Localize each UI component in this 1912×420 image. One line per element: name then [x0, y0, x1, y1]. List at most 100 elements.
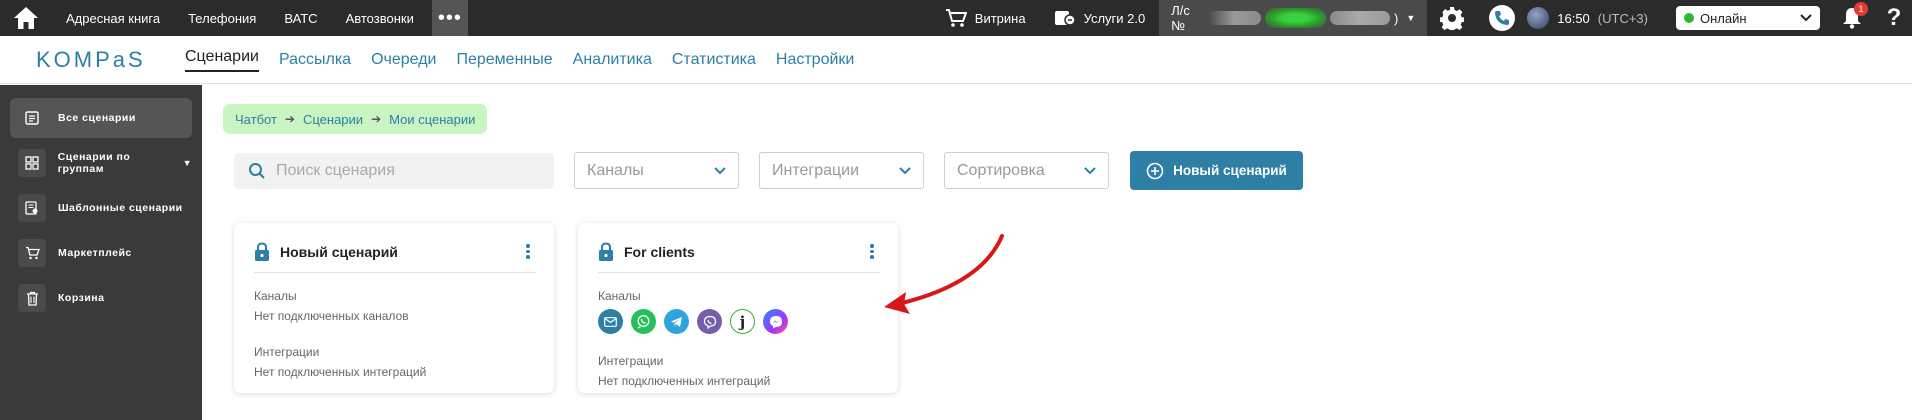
channels-label: Каналы — [254, 289, 297, 303]
chevron-down-icon: ▼ — [1406, 13, 1416, 23]
template-icon — [18, 194, 46, 222]
sort-select[interactable]: Сортировка — [944, 152, 1109, 189]
new-scenario-button[interactable]: Новый сценарий — [1130, 151, 1303, 190]
account-status-redacted — [1265, 8, 1326, 28]
timezone-label: (UTC+3) — [1597, 10, 1648, 26]
sidebar-item-label: Корзина — [58, 292, 105, 304]
top-nav-address-book[interactable]: Адресная книга — [52, 0, 174, 36]
caret-down-icon: ▼ — [182, 158, 192, 168]
trash-icon — [18, 284, 46, 312]
tab-analytics[interactable]: Аналитика — [563, 36, 662, 84]
tab-variables[interactable]: Переменные — [446, 36, 562, 84]
sidebar: Все сценарии Сценарии по группам ▼ Шабло… — [0, 85, 202, 420]
scenario-title[interactable]: For clients — [624, 244, 854, 260]
account-prefix: Л/с № — [1171, 3, 1190, 33]
breadcrumb-my-scenarios[interactable]: Мои сценарии — [389, 112, 475, 127]
search-icon — [249, 163, 265, 179]
chevron-down-icon — [1084, 166, 1096, 174]
search-placeholder: Поиск сценария — [276, 162, 395, 179]
channels-select[interactable]: Каналы — [574, 152, 739, 189]
sidebar-item-marketplace[interactable]: Маркетплейс — [10, 233, 192, 273]
scenario-card-header: For clients — [598, 237, 880, 273]
scenario-title[interactable]: Новый сценарий — [280, 244, 510, 260]
new-scenario-label: Новый сценарий — [1173, 163, 1287, 178]
annotation-arrow — [884, 234, 1004, 314]
sidebar-item-scenarios-by-groups[interactable]: Сценарии по группам ▼ — [10, 143, 192, 183]
phone-icon — [1489, 5, 1516, 31]
viber-icon — [697, 309, 722, 334]
services-label: Услуги 2.0 — [1083, 10, 1146, 26]
services-link[interactable]: Услуги 2.0 — [1040, 0, 1160, 36]
top-nav-telephony[interactable]: Телефония — [174, 0, 270, 36]
services-icon — [1054, 11, 1076, 26]
scenario-card[interactable]: Новый сценарий Каналы Нет подключенных к… — [234, 223, 554, 393]
email-icon — [598, 309, 623, 334]
account-name-redacted — [1329, 11, 1390, 25]
sidebar-item-all-scenarios[interactable]: Все сценарии — [10, 98, 192, 138]
messenger-icon — [763, 309, 788, 334]
settings-icon[interactable] — [1427, 0, 1477, 36]
tab-queues[interactable]: Очереди — [361, 36, 446, 84]
integrations-select[interactable]: Интеграции — [759, 152, 924, 189]
arrow-right-icon: ➔ — [371, 112, 382, 126]
arrow-right-icon: ➔ — [284, 112, 295, 126]
tab-settings[interactable]: Настройки — [766, 36, 864, 84]
channel-icons: j — [598, 309, 880, 334]
notification-badge: 1 — [1854, 2, 1868, 16]
cart-icon — [18, 239, 46, 267]
integrations-label: Интеграции — [254, 345, 320, 359]
chevron-down-icon — [899, 166, 911, 174]
scenario-card[interactable]: For clients Каналы j Интеграции Нет подк… — [578, 223, 898, 393]
more-menu-button[interactable]: ••• — [431, 0, 468, 36]
current-time: 16:50 — [1557, 10, 1590, 26]
sidebar-item-label: Сценарии по группам — [57, 151, 131, 175]
sidebar-item-label: Шаблонные сценарии — [58, 202, 183, 214]
chevron-down-icon — [714, 166, 726, 174]
channels-select-label: Каналы — [587, 161, 644, 179]
kebab-menu-icon[interactable] — [520, 244, 536, 259]
breadcrumb-scenarios[interactable]: Сценарии — [303, 112, 363, 127]
lock-icon — [599, 241, 613, 261]
breadcrumb-chatbot[interactable]: Чатбот — [235, 112, 277, 127]
telegram-icon — [664, 309, 689, 334]
tab-mailing[interactable]: Рассылка — [269, 36, 361, 84]
integrations-value: Нет подключенных интеграций — [254, 365, 427, 379]
account-selector[interactable]: Л/с № ) ▼ — [1159, 0, 1428, 36]
channels-label: Каналы — [598, 289, 641, 303]
plus-circle-icon — [1146, 162, 1164, 179]
scenario-card-header: Новый сценарий — [254, 237, 536, 273]
sidebar-item-template-scenarios[interactable]: Шаблонные сценарии — [10, 188, 192, 228]
help-icon[interactable]: ? — [1876, 0, 1912, 36]
integrations-label: Интеграции — [598, 354, 664, 368]
sidebar-item-label: Все сценарии — [58, 112, 136, 124]
avatar — [1527, 7, 1550, 29]
integrations-value: Нет подключенных интеграций — [598, 374, 771, 388]
showcase-label: Витрина — [974, 10, 1026, 26]
status-dropdown[interactable]: Онлайн — [1676, 6, 1820, 30]
top-nav-vats[interactable]: ВАТС — [270, 0, 331, 36]
sidebar-item-trash[interactable]: Корзина — [10, 278, 192, 318]
sort-select-label: Сортировка — [957, 161, 1045, 179]
home-icon[interactable] — [0, 0, 52, 36]
softphone-button[interactable] — [1477, 0, 1527, 36]
whatsapp-icon — [631, 309, 656, 334]
account-suffix: ) — [1393, 10, 1399, 26]
lock-icon — [255, 241, 269, 261]
module-nav: KOMPaS Сценарии Рассылка Очереди Перемен… — [0, 36, 1912, 84]
account-number-redacted — [1208, 11, 1262, 25]
top-bar: Адресная книга Телефония ВАТС Автозвонки… — [0, 0, 1912, 36]
tab-scenarios-label: Сценарии — [185, 48, 259, 72]
jivo-icon: j — [730, 309, 755, 334]
search-input[interactable]: Поиск сценария — [234, 153, 554, 189]
breadcrumb: Чатбот ➔ Сценарии ➔ Мои сценарии — [223, 104, 488, 134]
tab-statistics[interactable]: Статистика — [662, 36, 766, 84]
grid-icon — [18, 149, 46, 177]
kompas-logo[interactable]: KOMPaS — [0, 47, 175, 73]
cart-icon — [945, 9, 967, 27]
tab-scenarios[interactable]: Сценарии — [175, 36, 269, 84]
showcase-link[interactable]: Витрина — [931, 0, 1040, 36]
user-clock[interactable]: 16:50 (UTC+3) — [1527, 0, 1662, 36]
list-icon — [18, 104, 46, 132]
top-nav-autocalls[interactable]: Автозвонки — [332, 0, 428, 36]
notifications-button[interactable]: 1 — [1834, 0, 1870, 36]
